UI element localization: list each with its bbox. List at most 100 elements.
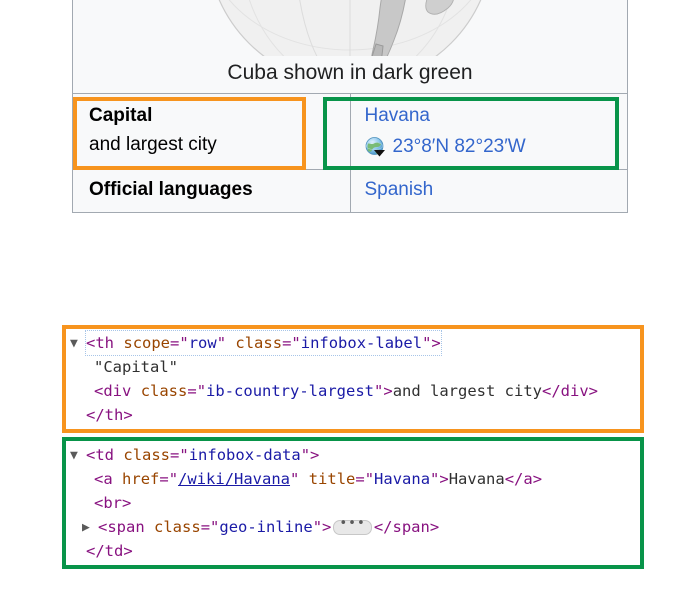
dom-code-line[interactable]: <div class="ib-country-largest">and larg… <box>66 379 640 403</box>
code-token-punct: "> <box>300 446 320 464</box>
code-token-punct: > <box>532 470 543 488</box>
code-token-attr: href <box>122 470 160 488</box>
capital-city-link[interactable]: Havana <box>365 102 618 131</box>
dom-node-block[interactable]: ▼ <th scope="row" class="infobox-label"> "… <box>62 325 644 433</box>
code-token-tag: th <box>95 334 115 352</box>
code-token-punct: "> <box>422 334 441 352</box>
dom-node-tokens: <br> <box>94 494 131 512</box>
dom-code-line[interactable]: <br> <box>66 491 640 515</box>
code-token-punct: < <box>94 382 104 400</box>
code-token-tag: td <box>95 446 115 464</box>
code-token-attr: class <box>140 382 188 400</box>
infobox-label-main: Official languages <box>89 179 253 201</box>
dom-node-tokens: "Capital" <box>94 358 178 376</box>
collapsed-children-ellipsis-icon[interactable]: ••• <box>333 517 372 535</box>
code-token-val: Havana <box>374 470 431 488</box>
code-token-attr: scope <box>123 334 171 352</box>
infobox-data-capital: Havana 23°8′N 82°23′W <box>349 93 628 171</box>
code-token-val: row <box>188 334 217 352</box>
code-token-punct: < <box>98 518 108 536</box>
code-token-lnk[interactable]: /wiki/Havana <box>178 470 290 488</box>
code-token-val: infobox-label <box>300 334 423 352</box>
code-token-val: ib-country-largest <box>206 382 375 400</box>
code-token-txt: Havana <box>448 470 505 488</box>
world-globe-icon <box>218 0 482 56</box>
code-token-punct: </ <box>504 470 524 488</box>
dom-code-line[interactable]: </td> <box>66 539 640 563</box>
code-token-punct: "> <box>430 470 449 488</box>
dom-node-block[interactable]: ▼ <td class="infobox-data"> <a href="/wiki… <box>62 437 644 569</box>
code-token-punct: "> <box>374 382 393 400</box>
infobox-data-official-languages: Spanish <box>349 169 628 214</box>
infobox-label-official-languages: Official languages <box>72 169 351 214</box>
code-token-tag: div <box>560 382 589 400</box>
dom-code-line[interactable]: <a href="/wiki/Havana" title="Havana">Ha… <box>66 467 640 491</box>
infobox-row-official-languages: Official languages Spanish <box>72 169 628 214</box>
devtools-dom-panel[interactable]: ▼ <th scope="row" class="infobox-label"> "… <box>62 277 644 593</box>
code-token-tag: td <box>104 542 124 560</box>
code-token-punct: =" <box>355 470 375 488</box>
dom-node-tokens: <a href="/wiki/Havana" title="Havana">Ha… <box>94 470 542 488</box>
infobox-label-sub: and largest city <box>89 133 217 155</box>
map-caption: Cuba shown in dark green <box>227 61 473 84</box>
code-token-tag: span <box>107 518 145 536</box>
code-token-punct: > <box>123 542 133 560</box>
code-token-punct: =" <box>159 470 179 488</box>
code-token-tag: div <box>103 382 132 400</box>
dom-node-tokens: </th> <box>86 406 133 424</box>
geo-inline[interactable]: 23°8′N 82°23′W <box>365 133 618 162</box>
code-token-tag: th <box>104 406 124 424</box>
dom-code-line[interactable]: </th> <box>66 403 640 427</box>
infobox-container: Cuba shown in dark green Capital and lar… <box>72 0 628 214</box>
infobox-label-main: Capital <box>89 105 153 127</box>
dom-node-tokens: </td> <box>86 542 133 560</box>
globe-map-image <box>74 0 627 56</box>
code-token-punct: </ <box>86 542 105 560</box>
dom-code-line[interactable]: ▼ <td class="infobox-data"> <box>66 443 640 467</box>
code-token-txt: and largest city <box>392 382 542 400</box>
disclosure-triangle-collapsed-icon[interactable]: ▶ <box>82 516 98 540</box>
code-token-txt: "Capital" <box>94 358 178 376</box>
code-token-punct: < <box>94 470 104 488</box>
code-token-punct: < <box>94 494 104 512</box>
code-token-punct: > <box>588 382 599 400</box>
disclosure-triangle-expanded-icon[interactable]: ▼ <box>70 444 86 468</box>
code-token-val: infobox-data <box>188 446 301 464</box>
code-token-punct: " <box>216 334 227 352</box>
dom-code-line[interactable]: "Capital" <box>66 355 640 379</box>
selected-dom-node: <th scope="row" class="infobox-label"> <box>85 330 442 356</box>
code-token-punct: > <box>429 518 440 536</box>
code-token-tag: a <box>523 470 533 488</box>
infobox-label-capital: Capital and largest city <box>72 93 351 171</box>
code-token-punct: =" <box>170 446 189 464</box>
dom-node-tokens: <td class="infobox-data"> <box>86 446 319 464</box>
code-token-punct: =" <box>200 518 220 536</box>
dom-node-tokens: <div class="ib-country-largest">and larg… <box>94 382 598 400</box>
code-token-tag: span <box>392 518 430 536</box>
infobox-map-cell: Cuba shown in dark green <box>72 0 628 95</box>
code-token-attr: class <box>123 446 171 464</box>
code-token-punct: > <box>123 406 133 424</box>
country-infobox: Cuba shown in dark green Capital and lar… <box>72 0 628 214</box>
dom-node-tokens: <span class="geo-inline"> ••• </span> <box>98 517 440 536</box>
code-token-punct: < <box>86 446 96 464</box>
code-token-attr: title <box>308 470 356 488</box>
code-token-tag: br <box>103 494 123 512</box>
code-token-punct: =" <box>282 334 301 352</box>
official-language-link[interactable]: Spanish <box>365 179 434 200</box>
code-token-attr: class <box>235 334 283 352</box>
code-token-punct: "> <box>312 518 332 536</box>
dom-code-line[interactable]: ▼ <th scope="row" class="infobox-label"> <box>66 330 640 356</box>
code-token-punct: </ <box>373 518 393 536</box>
infobox-map-row: Cuba shown in dark green <box>72 0 628 95</box>
code-token-val: geo-inline <box>219 518 313 536</box>
dom-code-line[interactable]: ▶ <span class="geo-inline"> ••• </span> <box>66 515 640 539</box>
disclosure-triangle-expanded-icon[interactable]: ▼ <box>70 332 86 356</box>
code-token-tag: a <box>103 470 113 488</box>
